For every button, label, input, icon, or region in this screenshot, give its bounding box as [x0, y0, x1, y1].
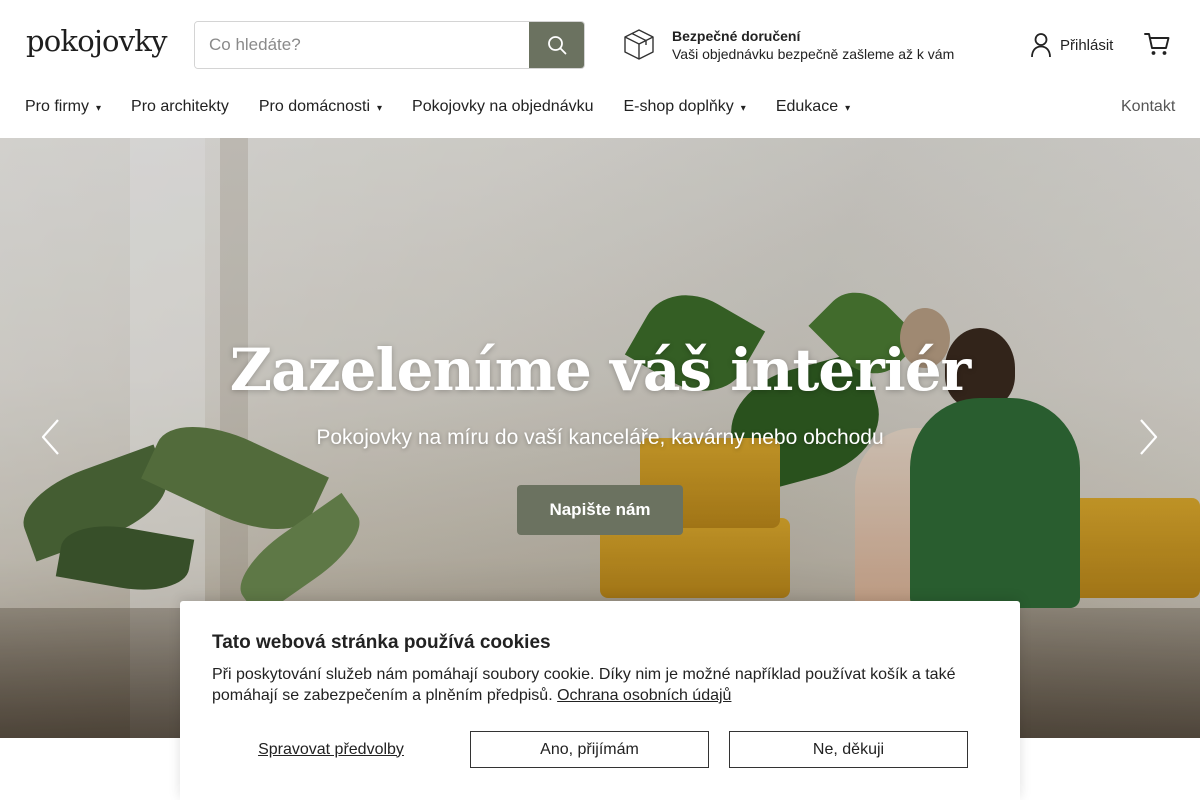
cookie-manage-button[interactable]: Spravovat předvolby: [212, 741, 450, 759]
logo[interactable]: pokojovky: [26, 24, 167, 58]
chevron-down-icon: ▾: [377, 102, 383, 114]
nav-item-label: Pro architekty: [131, 98, 229, 115]
nav-item-pokojovky-na-objednavku[interactable]: Pokojovky na objednávku: [412, 98, 593, 116]
privacy-link[interactable]: Ochrana osobních údajů: [557, 687, 731, 704]
cookie-decline-button[interactable]: Ne, děkuji: [729, 731, 968, 768]
hero-cta-button[interactable]: Napište nám: [517, 485, 683, 535]
login-link[interactable]: Přihlásit: [1030, 32, 1113, 58]
nav-item-edukace[interactable]: Edukace ▾: [776, 98, 850, 116]
nav-item-label: Pro domácnosti: [258, 98, 371, 115]
nav-contact-link[interactable]: Kontakt: [1121, 98, 1175, 116]
package-icon: [624, 29, 654, 60]
user-icon: [1031, 33, 1051, 58]
cookie-banner: Tato webová stránka používá cookies Při …: [180, 601, 1020, 800]
cart-icon: [1144, 33, 1170, 55]
nav-item-label: Pro firmy: [25, 98, 89, 115]
hero-subtitle: Pokojovky na míru do vaší kanceláře, kav…: [316, 426, 884, 449]
search-input[interactable]: [195, 22, 529, 68]
nav-item-pro-architekty[interactable]: Pro architekty: [131, 98, 229, 116]
cookie-actions: Spravovat předvolby Ano, přijímám Ne, dě…: [212, 731, 968, 768]
slider-prev-button[interactable]: [40, 418, 62, 461]
nav-item-eshop-doplnky[interactable]: E-shop doplňky ▾: [624, 98, 746, 116]
slider-next-button[interactable]: [1137, 418, 1159, 461]
search-bar: [194, 21, 585, 69]
cookie-text: Při poskytování služeb nám pomáhají soub…: [212, 664, 982, 706]
delivery-title: Bezpečné doručení: [672, 28, 801, 44]
delivery-subtitle: Vaši objednávku bezpečně zašleme až k vá…: [672, 46, 955, 62]
nav-item-pro-domacnosti[interactable]: Pro domácnosti ▾: [259, 98, 382, 116]
main-nav: Pro firmy ▾ Pro architekty Pro domácnost…: [25, 98, 880, 116]
chevron-down-icon: ▾: [845, 102, 851, 114]
search-icon: [547, 36, 566, 55]
chevron-down-icon: ▾: [740, 102, 746, 114]
cookie-accept-button[interactable]: Ano, přijímám: [470, 731, 709, 768]
delivery-info: Bezpečné doručení Vaši objednávku bezpeč…: [622, 27, 954, 63]
nav-item-label: Edukace: [775, 98, 839, 115]
chevron-left-icon: [41, 419, 59, 455]
cart-button[interactable]: [1144, 31, 1170, 62]
nav-item-pro-firmy[interactable]: Pro firmy ▾: [25, 98, 101, 116]
chevron-down-icon: ▾: [96, 102, 102, 114]
hero-title: Zazeleníme váš interiér: [229, 336, 971, 404]
chevron-right-icon: [1140, 419, 1158, 455]
search-button[interactable]: [529, 22, 584, 68]
login-label: Přihlásit: [1060, 36, 1114, 54]
nav-item-label: Pokojovky na objednávku: [412, 98, 594, 115]
nav-item-label: E-shop doplňky: [623, 98, 734, 115]
cookie-title: Tato webová stránka používá cookies: [212, 632, 551, 653]
site-header: pokojovky Bezpečné doručení Vaši objedná…: [0, 0, 1200, 138]
